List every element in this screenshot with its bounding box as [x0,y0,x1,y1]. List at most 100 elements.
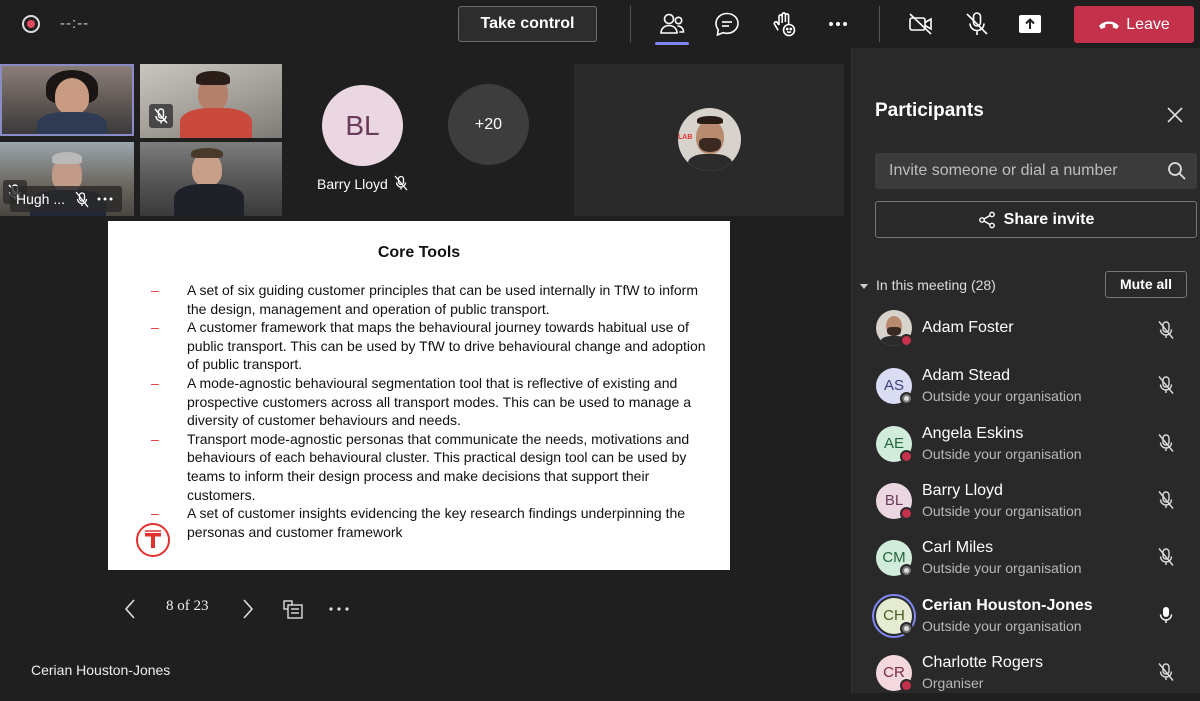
mic-off-icon[interactable] [1155,661,1177,683]
slide-bullet: – A set of customer insights evidencing t… [138,504,708,541]
camera-off-icon[interactable] [905,8,937,40]
leave-button[interactable]: Leave [1074,6,1194,43]
participant-name: Adam Stead [922,367,1011,384]
record-icon [22,15,40,33]
participant-subtitle: Outside your organisation [922,446,1082,462]
video-tile[interactable] [140,142,282,216]
panel-title: Participants [875,100,984,121]
toolbar-divider [879,6,880,42]
away-status-icon [900,392,913,405]
chat-icon[interactable] [711,8,743,40]
previous-slide-icon[interactable] [122,594,138,624]
participant-row[interactable]: AS Adam Stead Outside your organisation [852,364,1200,414]
share-tray-icon[interactable] [1014,8,1046,40]
bullet-marker: – [151,319,159,336]
busy-status-icon [900,450,913,463]
mic-off-icon[interactable] [961,8,993,40]
slide-bullet: – A set of six guiding customer principle… [138,281,708,318]
video-tile[interactable] [140,64,282,138]
more-options-icon[interactable] [822,8,854,40]
people-active-indicator [655,42,689,45]
leave-label: Leave [1126,16,1170,33]
share-invite-label: Share invite [1003,211,1095,228]
in-meeting-label: In this meeting (28) [876,277,996,293]
slide-page-indicator: 8 of 23 [166,598,209,614]
video-tile-large[interactable]: LAB [574,64,844,216]
bullet-text: A set of six guiding customer principles… [187,282,698,317]
participant-body [180,108,252,138]
bullet-marker: – [151,505,159,522]
participant-hair [52,152,82,164]
search-icon[interactable] [1167,161,1187,181]
in-meeting-toggle[interactable]: In this meeting (28) [860,277,996,293]
bullet-marker: – [151,282,159,298]
invite-input[interactable] [875,153,1155,189]
participant-name: Charlotte Rogers [922,654,1043,671]
invite-field [875,153,1197,189]
raise-hand-icon[interactable] [768,8,800,40]
slide-more-icon[interactable] [328,594,350,624]
participant-subtitle: Outside your organisation [922,560,1082,576]
tfw-logo [136,523,170,557]
meeting-toolbar: --:-- Take control Leave [0,0,1200,48]
participant-hair [196,71,230,85]
participant-subtitle: Outside your organisation [922,618,1082,634]
hugh-name-tag: Hugh ... [10,186,122,212]
slide-bullet-list: – A set of six guiding customer principle… [138,281,708,541]
toolbar-divider [630,6,631,42]
bullet-text: A set of customer insights evidencing th… [187,505,686,540]
people-icon[interactable] [656,8,688,40]
share-invite-button[interactable]: Share invite [875,201,1197,238]
participant-row[interactable]: BL Barry Lloyd Outside your organisation [852,479,1200,529]
away-status-icon [900,622,913,635]
participant-row[interactable]: AE Angela Eskins Outside your organisation [852,422,1200,472]
video-tile[interactable] [0,64,134,136]
slide-bullet: – Transport mode-agnostic personas that c… [138,430,708,504]
participant-subtitle: Outside your organisation [922,388,1082,404]
mic-off-icon[interactable] [1155,319,1177,341]
next-slide-icon[interactable] [240,594,256,624]
slide-title: Core Tools [377,244,461,261]
participant-name: Carl Miles [922,539,994,556]
participant-name: Barry Lloyd [922,482,1003,499]
bullet-marker: – [151,374,159,391]
overflow-participants-button[interactable]: +20 [448,84,529,165]
mic-off-icon[interactable] [1155,489,1177,511]
shared-slide: Core Tools – A set of six guiding custome… [108,221,730,570]
participant-name: Adam Foster [922,319,1014,336]
mic-on-icon[interactable] [1155,604,1177,626]
busy-status-icon [900,507,913,520]
participant-body [174,184,244,216]
bullet-text: A customer framework that maps the behav… [187,319,706,373]
mic-off-icon[interactable] [1155,546,1177,568]
close-icon[interactable] [1166,106,1184,124]
slide-bullet: – A customer framework that maps the beha… [138,318,708,374]
participant-row[interactable]: CR Charlotte Rogers Organiser [852,651,1200,701]
mic-off-icon[interactable] [1155,432,1177,454]
mute-all-button[interactable]: Mute all [1105,271,1187,298]
participant-row[interactable]: CM Carl Miles Outside your organisation [852,536,1200,586]
share-icon [978,211,995,229]
participant-name: Angela Eskins [922,425,1024,442]
bullet-marker: – [151,430,159,447]
phone-icon [1099,21,1120,29]
mic-off-icon[interactable] [1155,374,1177,396]
hugh-name: Hugh ... [16,191,66,207]
participant-row[interactable]: Adam Foster [852,306,1200,356]
bullet-text: Transport mode-agnostic personas that co… [187,430,690,503]
mic-off-icon [392,174,410,192]
barry-name-label: Barry Lloyd [317,176,388,192]
meeting-stage: Hugh ... BL Barry Lloyd +20 LAB Core Too… [0,48,850,693]
take-control-button[interactable]: Take control [458,6,597,42]
participant-name: Cerian Houston-Jones [922,597,1093,614]
participant-face [55,78,89,114]
barry-avatar[interactable]: BL [322,85,403,166]
presenter-name: Cerian Houston-Jones [31,662,171,678]
tile-more-icon[interactable] [96,186,114,220]
participant-row[interactable]: CH Cerian Houston-Jones Outside your organ… [852,594,1200,644]
participant-subtitle: Organiser [922,675,984,691]
slide-grid-icon[interactable] [282,594,304,624]
busy-status-icon [900,334,913,347]
adam-foster-avatar: LAB [678,108,741,171]
participant-hair [191,148,223,158]
